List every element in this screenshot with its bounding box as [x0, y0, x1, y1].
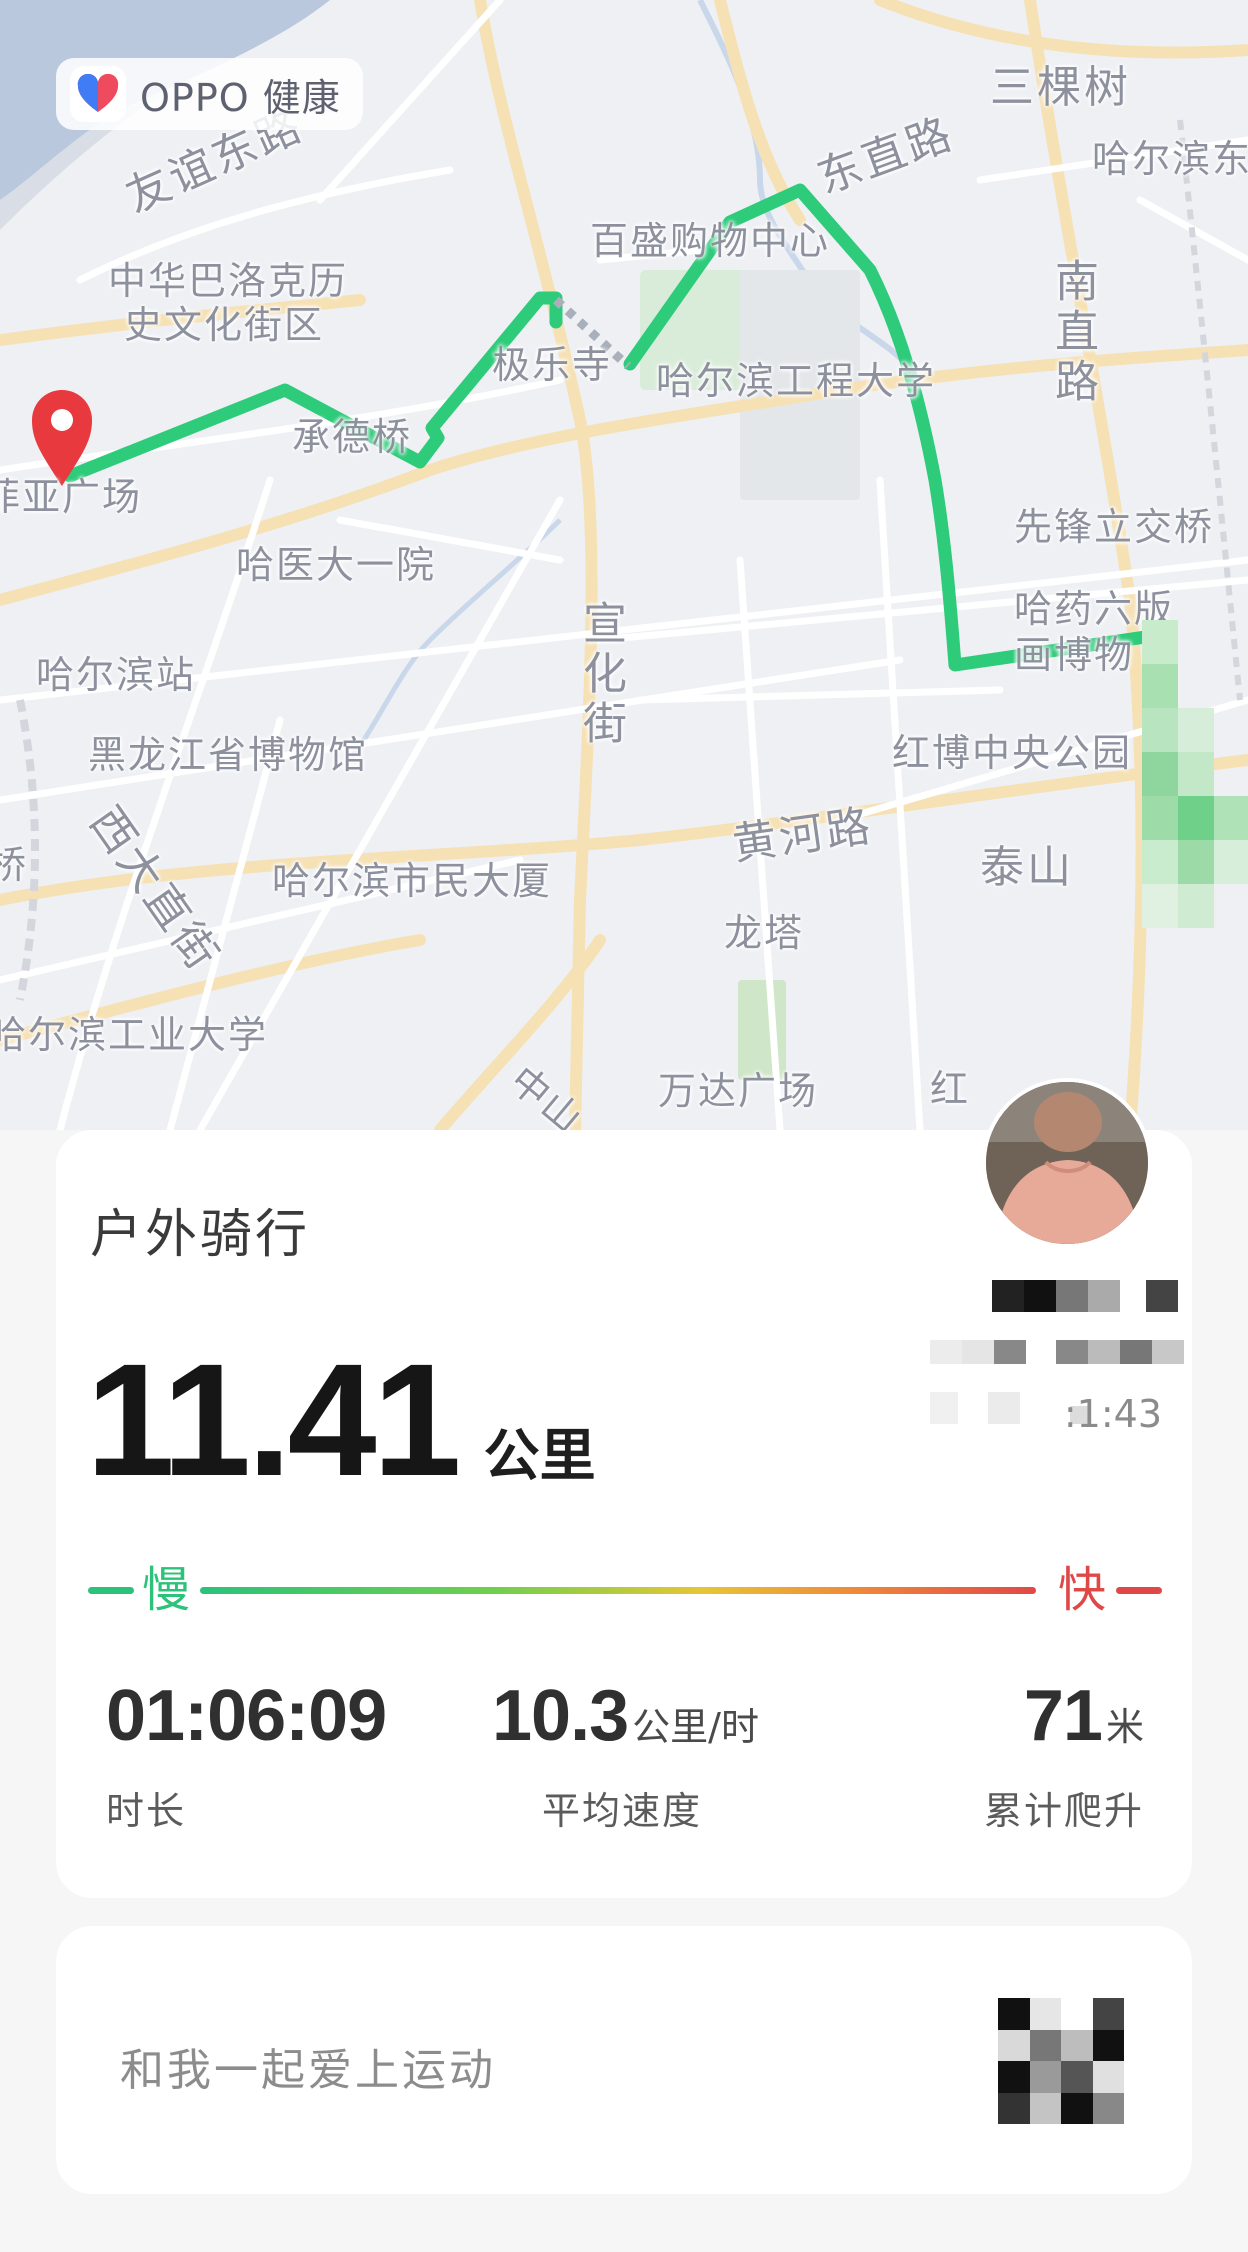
distance-unit: 公里 — [483, 1424, 596, 1489]
speed-gradient-legend: 慢 快 — [88, 1560, 1162, 1620]
map-label-nanzhi-road: 南直路 — [1047, 258, 1098, 408]
map-label-harbin-station: 哈尔滨站 — [36, 653, 197, 697]
map-label-chengde-bridge: 承德桥 — [292, 415, 413, 459]
heart-icon — [70, 66, 126, 122]
activity-summary-card: 户外骑行 11.41 公里 :1:43 慢 快 01:06:09 时长 10.3… — [56, 1078, 1192, 1898]
map-label-sophia-square: 菲亚广场 — [0, 475, 143, 519]
metric-duration-label: 时长 — [106, 1789, 187, 1833]
map-label-hayao-2: 画博物 — [1014, 633, 1135, 677]
map-label-wanda: 万达广场 — [658, 1069, 819, 1113]
map-label-xuanhua-street: 宣化街 — [575, 600, 626, 750]
metric-elevation-unit: 米 — [1105, 1705, 1144, 1749]
metric-speed-value: 10.3 — [492, 1676, 629, 1756]
map-label-jile-temple: 极乐寺 — [492, 343, 613, 387]
activity-title: 户外骑行 — [90, 1205, 311, 1265]
share-slogan: 和我一起爱上运动 — [120, 2045, 496, 2096]
metric-elevation-gain: 71 米 累计爬升 — [984, 1680, 1144, 1835]
share-card[interactable]: 和我一起爱上运动 — [56, 1926, 1192, 2194]
map-label-hmu-hospital: 哈医大一院 — [236, 543, 437, 587]
route-map[interactable]: 三棵树 哈尔滨东 友谊东路 中华巴洛克历 史文化街区 百盛购物中心 东直路 南直… — [0, 0, 1248, 1143]
map-label-heu: 哈尔滨工程大学 — [656, 359, 937, 403]
metric-speed-label: 平均速度 — [542, 1789, 703, 1833]
map-label-xianfeng-bridge: 先锋立交桥 — [1014, 505, 1215, 549]
metric-speed-unit: 公里/时 — [632, 1705, 759, 1749]
map-label-baisheng: 百盛购物中心 — [590, 219, 831, 263]
metric-average-speed: 10.3 公里/时 平均速度 — [492, 1680, 759, 1835]
map-label-hit: 哈尔滨工业大学 — [0, 1013, 269, 1057]
qr-code-icon[interactable] — [998, 1998, 1124, 2124]
map-label-baroque-2: 史文化街区 — [124, 303, 325, 347]
speed-slow-label: 慢 — [142, 1562, 191, 1618]
map-label-hongbo-park: 红博中央公园 — [892, 731, 1133, 775]
map-label-hong: 红 — [930, 1067, 971, 1111]
distance: 11.41 公里 — [86, 1340, 596, 1500]
metric-duration-value: 01:06:09 — [106, 1676, 387, 1756]
map-label-harbin-east: 哈尔滨东 — [1092, 137, 1248, 181]
metric-elevation-value: 71 — [1023, 1676, 1103, 1756]
map-pixelated-area — [1130, 620, 1248, 970]
map-label-heilongjiang-museum: 黑龙江省博物馆 — [88, 733, 369, 777]
map-label-dragon-tower: 龙塔 — [724, 911, 805, 955]
brand-name: OPPO 健康 — [140, 75, 341, 120]
map-label-taishan: 泰山 — [980, 842, 1074, 893]
map-label-bridge: 桥 — [0, 843, 29, 887]
map-label-sankeshu: 三棵树 — [990, 62, 1131, 113]
speed-fast-label: 快 — [1057, 1562, 1106, 1618]
metric-duration: 01:06:09 时长 — [106, 1680, 390, 1835]
brand-badge: OPPO 健康 — [56, 58, 363, 130]
map-label-civic-building: 哈尔滨市民大厦 — [272, 859, 553, 903]
activity-time: :1:43 — [1063, 1392, 1162, 1436]
metric-elevation-label: 累计爬升 — [983, 1789, 1144, 1833]
user-avatar[interactable] — [982, 1078, 1152, 1248]
distance-value: 11.41 — [86, 1330, 462, 1509]
map-label-baroque-1: 中华巴洛克历 — [108, 259, 349, 303]
